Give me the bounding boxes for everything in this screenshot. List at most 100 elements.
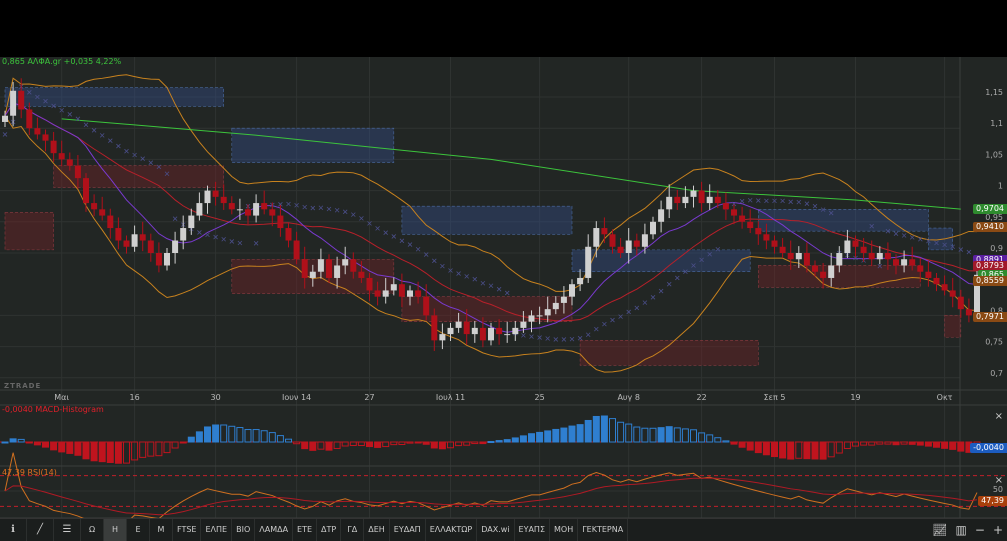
candle-up [585, 246, 592, 278]
line-chart-icon[interactable]: 📈︎ [932, 523, 947, 537]
candle-down [123, 240, 130, 247]
symbol-tab-11[interactable]: ΔΕΗ [364, 519, 390, 541]
symbol-tab-7[interactable]: ΛΑΜΔΑ [255, 519, 294, 541]
symbol-tab-9[interactable]: ΔΤΡ [317, 519, 342, 541]
candle-up [488, 327, 494, 341]
x-tick-label: Ιουλ 11 [436, 393, 465, 402]
macd-bar [50, 441, 58, 451]
macd-bar [42, 441, 49, 448]
symbol-tab-2[interactable]: Ε [127, 519, 150, 541]
rsi-label: 47,39 RSI(14) [2, 468, 57, 477]
macd-bar [220, 424, 228, 443]
macd-bar [252, 429, 260, 443]
macd-bar [519, 435, 527, 443]
demand-zone [4, 212, 54, 251]
candle-up [593, 228, 600, 247]
sar-marker [966, 249, 972, 255]
sar-marker [804, 201, 810, 206]
sar-marker [140, 156, 145, 161]
symbol-tab-3[interactable]: Μ [150, 519, 173, 541]
symbol-tab-12[interactable]: ΕΥΔΑΠ [390, 519, 426, 541]
candle-down [820, 271, 827, 278]
symbol-tab-5[interactable]: ΕΛΠΕ [201, 519, 233, 541]
symbol-tab-15[interactable]: ΕΥΑΠΣ [515, 519, 550, 541]
candle-up [520, 321, 527, 328]
macd-bar [811, 441, 819, 460]
macd-bar [195, 431, 203, 443]
indicators-icon[interactable]: ☰ [54, 519, 81, 541]
symbol-tab-17[interactable]: ΓΕΚΤΕΡΝΑ [578, 519, 629, 541]
macd-bar [357, 441, 365, 446]
macd-bar [390, 441, 398, 446]
candle-down [228, 203, 235, 210]
sar-marker [893, 231, 899, 236]
sar-marker [796, 199, 802, 205]
info-icon[interactable]: ℹ [0, 519, 27, 541]
macd-bar [900, 441, 908, 445]
macd-bar [690, 429, 697, 443]
candle-down [91, 203, 98, 210]
macd-bar [268, 432, 276, 443]
candle-down [50, 140, 57, 154]
zoom-out-button[interactable]: − [975, 523, 985, 537]
sar-marker [666, 281, 672, 287]
macd-bar [212, 424, 220, 443]
symbol-tab-14[interactable]: DAX.wi [477, 519, 515, 541]
y-tick-label: 0,75 [985, 338, 1003, 347]
candle-up [504, 334, 511, 336]
macd-bar [779, 441, 787, 459]
macd-bar [366, 441, 373, 448]
y-tick-label: 1,1 [990, 119, 1003, 128]
candle-up [317, 259, 324, 272]
candle-down [965, 309, 972, 316]
y-tick-label: 1,05 [985, 150, 1003, 159]
symbol-tab-4[interactable]: FTSE [173, 519, 202, 541]
chart-canvas[interactable]: 1,151,11,0510,950,90,80,750,7Μαι 16 30 Ιουν… [0, 57, 1007, 524]
candle-up [528, 315, 535, 322]
symbol-tab-13[interactable]: ΕΛΛΑΚΤΩΡ [426, 519, 478, 541]
sar-marker [375, 226, 380, 231]
candle-down [609, 234, 616, 247]
symbol-tab-0[interactable]: Ω [81, 519, 104, 541]
macd-bar [325, 441, 333, 451]
macd-bar [609, 418, 616, 443]
candle-up [455, 321, 462, 328]
supply-zone [571, 249, 751, 273]
macd-bar [123, 441, 130, 464]
macd-bar [762, 441, 770, 456]
sar-marker [634, 305, 640, 311]
candle-up [253, 203, 260, 216]
macd-bar [33, 441, 41, 446]
sar-marker [901, 233, 907, 238]
bar-chart-icon[interactable]: ▥ [956, 523, 967, 537]
sar-marker [124, 148, 129, 154]
chart-area[interactable]: 1,15 1,1 1,05 1 0,95 0,9 0,8 0,75 0,7 Μαι 16 30 Ιουν… [0, 57, 1007, 524]
candle-up [577, 277, 584, 285]
macd-bar [479, 441, 487, 445]
macd-close-icon[interactable]: × [995, 411, 1003, 422]
toolbar: ℹ ╱ ☰ Ω Η Ε Μ FTSE ΕΛΠΕ ΒΙΟ ΛΑΜΔΑ ΕΤΕ ΔΤΡ ΓΔ ΔΕΗ ΕΥΔ… [0, 518, 1007, 541]
candle-down [771, 240, 778, 247]
symbol-tab-16[interactable]: ΜΟΗ [550, 519, 579, 541]
macd-bar [155, 441, 163, 457]
sar-marker [594, 326, 599, 332]
sar-marker [521, 333, 526, 338]
candle-up [439, 334, 446, 341]
symbol-tab-8[interactable]: ΕΤΕ [293, 519, 318, 541]
candle-up [795, 253, 802, 260]
sar-marker [83, 122, 89, 128]
macd-bar [884, 441, 892, 445]
macd-bar [738, 441, 746, 448]
macd-bar [398, 441, 406, 446]
candle-down [909, 259, 916, 266]
symbol-tab-1[interactable]: Η [104, 519, 127, 541]
candle-down [917, 265, 924, 272]
zoom-in-button[interactable]: + [993, 523, 1003, 537]
macd-bar [25, 441, 33, 444]
symbol-tab-10[interactable]: ΓΔ [341, 519, 365, 541]
draw-line-icon[interactable]: ╱ [27, 519, 54, 541]
candle-down [366, 277, 373, 291]
supply-zone [231, 127, 395, 163]
symbol-tab-6[interactable]: ΒΙΟ [232, 519, 256, 541]
sar-marker [812, 203, 818, 209]
